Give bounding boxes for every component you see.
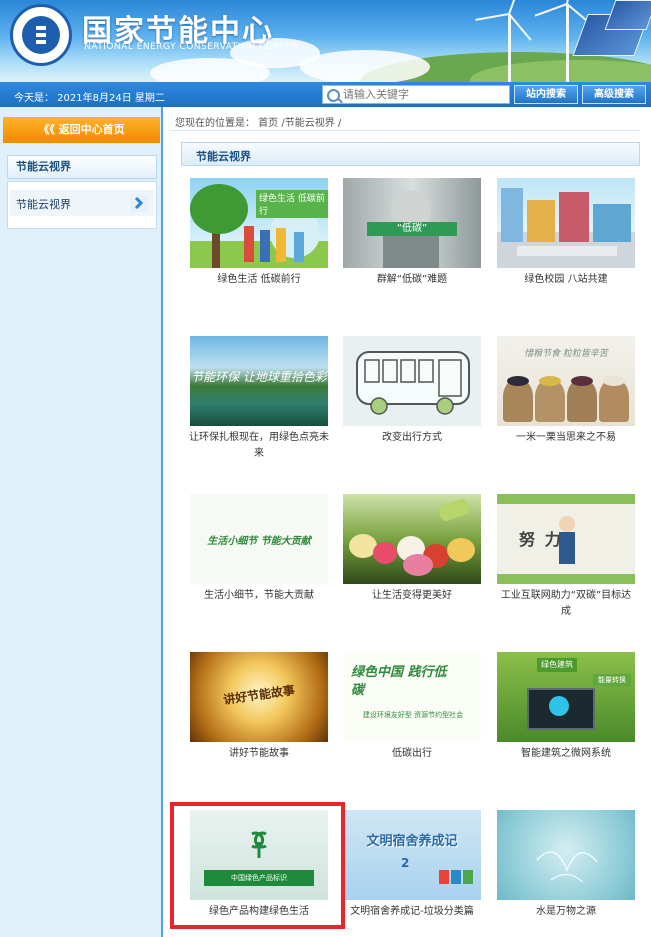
solar-panel-icon — [604, 0, 651, 30]
watering-can-icon — [437, 497, 471, 523]
site-logo[interactable] — [10, 4, 72, 66]
top-bar: 今天是： 2021年8月24日 星期二 站内搜索 高级搜索 — [0, 82, 651, 107]
video-thumbnail[interactable]: 文明宿舍养成记 2 — [343, 810, 481, 900]
sidebar-item-jienengyunshijie[interactable]: 节能云视界 — [10, 190, 154, 216]
thumb-text: 绿色生活 低碳前行 — [256, 190, 328, 218]
video-thumbnail[interactable] — [343, 494, 481, 584]
video-title[interactable]: 智能建筑之微网系统 — [496, 746, 636, 762]
banner-cloud — [150, 58, 270, 82]
thumb-text: 讲好节能故事 — [222, 683, 296, 707]
thumb-text: “低碳” — [367, 222, 457, 236]
thumb-text: 文明宿舍养成记 — [366, 834, 458, 849]
video-thumbnail[interactable]: 节能环保 让地球重拾色彩 — [190, 336, 328, 426]
video-thumbnail[interactable]: 绿色生活 低碳前行 — [190, 178, 328, 268]
search-icon — [327, 89, 340, 102]
breadcrumb: 您现在的位置是： 首页 /节能云视界 / — [175, 118, 342, 129]
video-thumbnail[interactable]: 绿色中国 践行低碳 建设环境友好型 资源节约型社会 — [343, 652, 481, 742]
video-thumbnail[interactable] — [497, 178, 635, 268]
logo-emblem-icon — [22, 16, 60, 54]
video-title[interactable]: 生活小细节，节能大贡献 — [189, 588, 329, 604]
video-title[interactable]: 水是万物之源 — [496, 904, 636, 920]
sidebar-menu: 节能云视界 — [7, 181, 157, 229]
section-header: 节能云视界 — [181, 142, 640, 166]
video-title[interactable]: 文明宿舍养成记-垃圾分类篇 — [342, 904, 482, 920]
video-title[interactable]: 讲好节能故事 — [189, 746, 329, 762]
video-thumbnail[interactable]: 努 力 — [497, 494, 635, 584]
video-thumbnail[interactable]: 讲好节能故事 — [190, 652, 328, 742]
video-title[interactable]: 低碳出行 — [342, 746, 482, 762]
video-thumbnail[interactable]: 惜粮节食 粒粒皆辛苦 — [497, 336, 635, 426]
video-title[interactable]: 让生活变得更美好 — [342, 588, 482, 604]
video-title[interactable]: 让环保扎根现在，用绿色点亮未来 — [189, 430, 329, 462]
video-title[interactable]: 工业互联网助力“双碳”目标达成 — [496, 588, 636, 620]
video-thumbnail[interactable]: 生活小细节 节能大贡献 — [190, 494, 328, 584]
thumb-text: 绿色中国 践行低碳 — [351, 665, 447, 698]
chevron-right-icon — [130, 194, 148, 212]
header-banner: 国家节能中心 NATIONAL ENERGY CONSERVATION CENT… — [0, 0, 651, 82]
video-title[interactable]: 绿色生活 低碳前行 — [189, 272, 329, 288]
wind-turbine-icon — [566, 4, 569, 82]
highlight-box — [170, 802, 345, 929]
video-title[interactable]: 群解“低碳”难题 — [342, 272, 482, 288]
thumb-text: 惜粮节食 粒粒皆辛苦 — [524, 349, 608, 359]
video-title[interactable]: 改变出行方式 — [342, 430, 482, 446]
sidebar: 《《 返回中心首页 节能云视界 节能云视界 — [0, 107, 163, 937]
video-title[interactable]: 一米一栗当思来之不易 — [496, 430, 636, 446]
section-title: 节能云视界 — [196, 150, 251, 163]
site-search-button[interactable]: 站内搜索 — [514, 85, 578, 104]
video-title[interactable]: 绿色校园 八站共建 — [496, 272, 636, 288]
video-thumbnail[interactable]: 绿色建筑 能量转换 — [497, 652, 635, 742]
advanced-search-button[interactable]: 高级搜索 — [582, 85, 646, 104]
divider — [170, 130, 640, 131]
video-thumbnail[interactable] — [343, 336, 481, 426]
sidebar-section-title: 节能云视界 — [7, 155, 157, 179]
video-thumbnail[interactable] — [497, 810, 635, 900]
back-to-home-button[interactable]: 《《 返回中心首页 — [3, 117, 160, 143]
thumb-text: 生活小细节 节能大贡献 — [207, 536, 311, 547]
bus-icon — [356, 351, 470, 415]
current-date: 今天是： 2021年8月24日 星期二 — [14, 93, 165, 104]
banner-cloud — [300, 50, 430, 82]
video-thumbnail[interactable]: “低碳” — [343, 178, 481, 268]
wind-turbine-icon — [508, 14, 511, 82]
thumb-text: 绿色建筑 — [537, 658, 577, 672]
thumb-text: 节能环保 让地球重拾色彩 — [191, 370, 327, 384]
sidebar-item-label: 节能云视界 — [16, 198, 71, 211]
site-subtitle: NATIONAL ENERGY CONSERVATION CENTER — [84, 42, 299, 52]
search-input[interactable] — [343, 86, 503, 103]
water-drop-icon — [536, 851, 598, 883]
search-box[interactable] — [322, 85, 510, 104]
